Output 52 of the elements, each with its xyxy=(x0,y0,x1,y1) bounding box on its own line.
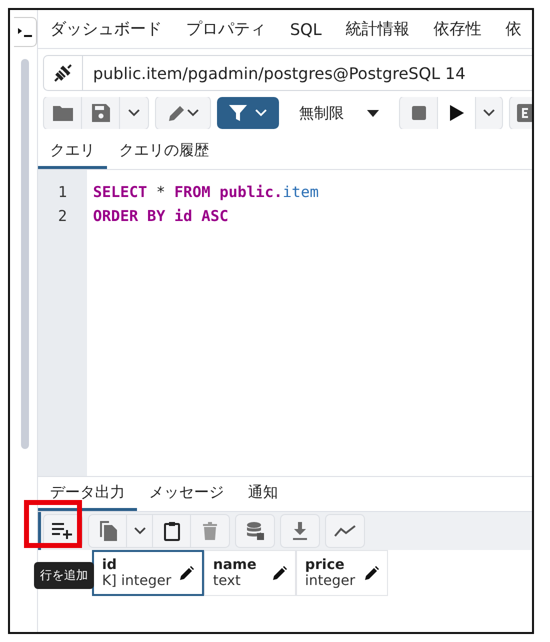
connection-bar[interactable]: public.item/pgadmin/postgres@PostgreSQL 14 xyxy=(43,55,532,91)
pencil-icon xyxy=(180,566,194,580)
caret-icon xyxy=(128,109,140,117)
filter-button[interactable] xyxy=(217,97,279,129)
clipboard-icon xyxy=(164,521,180,541)
terminal-icon xyxy=(18,26,32,38)
tooltip: 行を追加 xyxy=(34,562,94,589)
pencil-icon xyxy=(273,566,287,580)
dropdown-arrow-icon xyxy=(367,110,379,116)
code-line: ORDER BY id ASC xyxy=(93,206,230,227)
column-header[interactable]: name text xyxy=(204,550,296,596)
column-type: text xyxy=(213,573,242,589)
column-header[interactable]: id K] integer xyxy=(92,550,204,596)
panel-tab[interactable]: 統計情報 xyxy=(346,18,410,40)
folder-icon xyxy=(52,105,72,121)
column-name: price xyxy=(305,557,346,573)
line-number: 2 xyxy=(58,206,68,227)
terminal-button[interactable] xyxy=(14,17,37,47)
caret-icon xyxy=(134,527,146,535)
panel-tab[interactable]: 依 xyxy=(506,18,522,40)
connection-label: public.item/pgadmin/postgres@PostgreSQL 14 xyxy=(92,64,466,82)
result-tab[interactable]: 通知 xyxy=(236,477,290,511)
caret-icon xyxy=(255,109,267,117)
column-type: K] integer xyxy=(102,573,172,589)
panel-tab[interactable]: ダッシュボード xyxy=(50,18,162,40)
filter-icon xyxy=(229,104,247,122)
copy-icon xyxy=(98,521,116,541)
query-tab[interactable]: クエリの履歴 xyxy=(107,135,221,169)
panel-tab[interactable]: プロパティ xyxy=(186,18,266,40)
pencil-icon xyxy=(365,566,379,580)
download-icon xyxy=(292,522,308,540)
result-tab[interactable]: メッセージ xyxy=(137,477,236,511)
line-chart-icon xyxy=(334,525,356,537)
stop-icon xyxy=(412,106,426,120)
database-icon xyxy=(246,522,264,540)
panel-tab[interactable]: SQL xyxy=(290,20,322,38)
column-header[interactable]: price integer xyxy=(296,550,388,596)
plug-icon xyxy=(52,62,74,84)
caret-icon xyxy=(483,109,495,117)
column-name: id xyxy=(102,557,118,573)
trash-icon xyxy=(203,522,217,540)
line-number: 1 xyxy=(58,182,68,203)
add-row-icon xyxy=(52,523,74,539)
panel-tab[interactable]: 依存性 xyxy=(434,18,482,40)
column-name: name xyxy=(213,557,256,573)
highlight-frame xyxy=(24,500,82,548)
caret-icon xyxy=(187,109,199,117)
pencil-icon xyxy=(167,103,187,123)
scrollbar[interactable] xyxy=(21,59,29,449)
play-icon xyxy=(450,105,464,121)
code-line: SELECT * FROM public.item xyxy=(93,182,319,203)
column-type: integer xyxy=(305,573,356,589)
